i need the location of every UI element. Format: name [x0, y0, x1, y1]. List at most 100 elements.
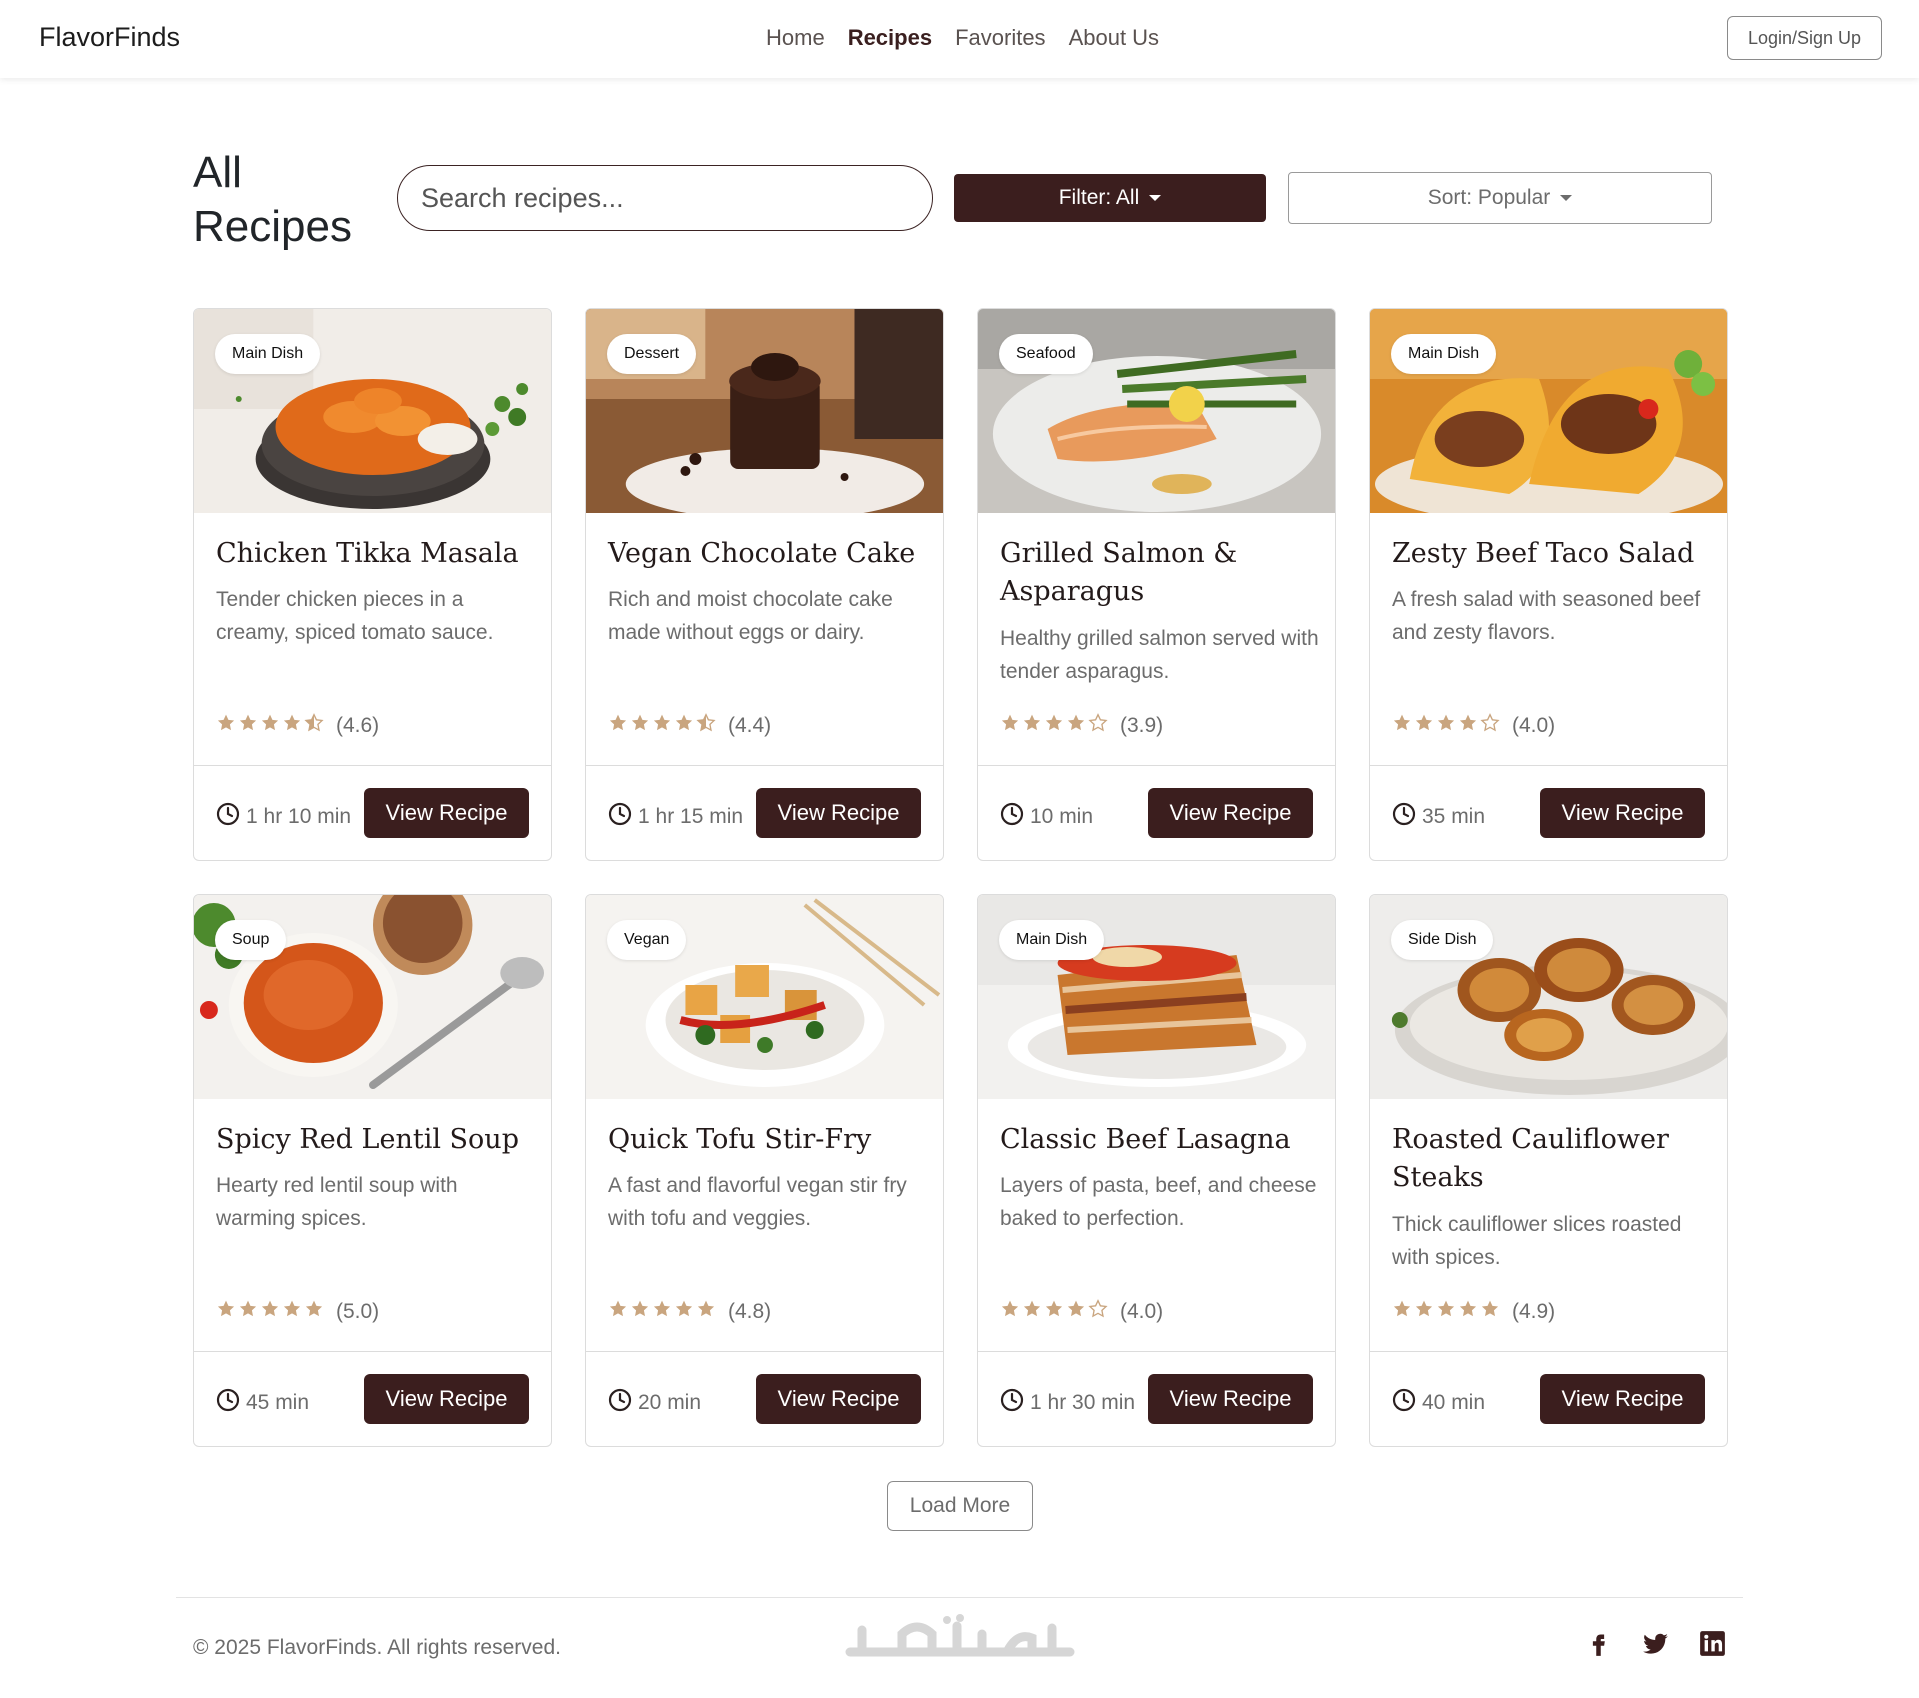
recipe-rating: (4.0) — [1000, 1299, 1163, 1325]
star-full-icon — [1436, 713, 1456, 739]
clock-icon — [1392, 802, 1416, 832]
star-full-icon — [260, 713, 280, 739]
card-footer: 35 min View Recipe — [1370, 765, 1727, 860]
category-badge: Dessert — [607, 334, 697, 374]
category-badge: Main Dish — [215, 334, 321, 374]
star-full-icon — [608, 713, 628, 739]
twitter-icon[interactable] — [1642, 1630, 1669, 1662]
login-signup-button[interactable]: Login/Sign Up — [1727, 16, 1882, 60]
recipe-title[interactable]: Classic Beef Lasagna — [1000, 1121, 1320, 1159]
recipe-description: A fast and flavorful vegan stir fry with… — [608, 1174, 907, 1230]
sort-dropdown[interactable]: Sort: Popular — [1288, 172, 1712, 224]
star-full-icon — [1022, 1299, 1042, 1325]
star-full-icon — [674, 713, 694, 739]
card-footer: 1 hr 15 min View Recipe — [586, 765, 943, 860]
clock-icon — [216, 1388, 240, 1418]
view-recipe-button[interactable]: View Recipe — [1148, 788, 1313, 838]
view-recipe-button[interactable]: View Recipe — [1540, 1374, 1705, 1424]
recipe-title[interactable]: Roasted Cauliflower Steaks — [1392, 1121, 1712, 1197]
watermark-logo — [845, 1614, 1075, 1657]
star-full-icon — [652, 713, 672, 739]
recipe-card: Seafood Grilled Salmon & Asparagus Healt… — [977, 308, 1336, 861]
linkedin-icon[interactable] — [1699, 1630, 1726, 1662]
star-full-icon — [1044, 713, 1064, 739]
star-full-icon — [630, 1299, 650, 1325]
recipe-card: Side Dish Roasted Cauliflower Steaks Thi… — [1369, 894, 1728, 1447]
rating-value: (4.0) — [1120, 1300, 1164, 1323]
clock-icon — [216, 802, 240, 832]
view-recipe-button[interactable]: View Recipe — [364, 1374, 529, 1424]
recipe-title[interactable]: Quick Tofu Stir-Fry — [608, 1121, 928, 1159]
star-half-icon — [696, 713, 716, 739]
view-recipe-button[interactable]: View Recipe — [364, 788, 529, 838]
cook-time: 10 min — [1000, 802, 1093, 832]
nav-item-home[interactable]: Home — [766, 25, 825, 51]
recipe-rating: (4.8) — [608, 1299, 771, 1325]
recipe-title[interactable]: Spicy Red Lentil Soup — [216, 1121, 536, 1159]
rating-value: (4.4) — [728, 714, 772, 737]
star-full-icon — [652, 1299, 672, 1325]
view-recipe-button[interactable]: View Recipe — [756, 1374, 921, 1424]
cook-time: 1 hr 30 min — [1000, 1388, 1135, 1418]
star-rating — [216, 1299, 324, 1325]
page-title: All Recipes — [193, 148, 352, 251]
recipe-description: Hearty red lentil soup with warming spic… — [216, 1174, 458, 1230]
social-links — [1585, 1630, 1726, 1662]
star-rating — [608, 1299, 716, 1325]
star-full-icon — [282, 1299, 302, 1325]
star-full-icon — [238, 1299, 258, 1325]
recipe-title[interactable]: Chicken Tikka Masala — [216, 535, 536, 573]
star-half-icon — [304, 713, 324, 739]
category-badge: Main Dish — [999, 920, 1105, 960]
clock-icon — [608, 1388, 632, 1418]
recipe-rating: (4.6) — [216, 713, 379, 739]
nav-item-recipes[interactable]: Recipes — [848, 25, 932, 51]
nav-item-about[interactable]: About Us — [1069, 25, 1160, 51]
star-full-icon — [696, 1299, 716, 1325]
card-footer: 1 hr 30 min View Recipe — [978, 1351, 1335, 1446]
load-more-button[interactable]: Load More — [887, 1481, 1033, 1531]
nav-item-favorites[interactable]: Favorites — [955, 25, 1045, 51]
star-full-icon — [216, 713, 236, 739]
rating-value: (4.0) — [1512, 714, 1556, 737]
star-full-icon — [282, 713, 302, 739]
search-input[interactable] — [397, 165, 933, 231]
recipe-title[interactable]: Grilled Salmon & Asparagus — [1000, 535, 1320, 611]
recipe-title[interactable]: Zesty Beef Taco Salad — [1392, 535, 1712, 573]
cook-time-value: 1 hr 10 min — [246, 805, 352, 828]
cook-time-value: 1 hr 15 min — [638, 805, 744, 828]
recipe-description: Rich and moist chocolate cake made witho… — [608, 588, 893, 644]
recipe-card: Soup Spicy Red Lentil Soup Hearty red le… — [193, 894, 552, 1447]
card-footer: 1 hr 10 min View Recipe — [194, 765, 551, 860]
star-full-icon — [1414, 713, 1434, 739]
cook-time: 45 min — [216, 1388, 309, 1418]
star-empty-icon — [1088, 713, 1108, 739]
star-rating — [216, 713, 324, 739]
cook-time-value: 35 min — [1422, 805, 1486, 828]
star-full-icon — [260, 1299, 280, 1325]
clock-icon — [608, 802, 632, 832]
cook-time-value: 45 min — [246, 1391, 310, 1414]
view-recipe-button[interactable]: View Recipe — [1148, 1374, 1313, 1424]
recipe-rating: (4.0) — [1392, 713, 1555, 739]
star-full-icon — [304, 1299, 324, 1325]
recipe-card: Dessert Vegan Chocolate Cake Rich and mo… — [585, 308, 944, 861]
brand-logo[interactable]: FlavorFinds — [39, 22, 180, 53]
view-recipe-button[interactable]: View Recipe — [756, 788, 921, 838]
recipe-title[interactable]: Vegan Chocolate Cake — [608, 535, 928, 573]
view-recipe-button[interactable]: View Recipe — [1540, 788, 1705, 838]
facebook-icon[interactable] — [1585, 1630, 1612, 1662]
filter-label: Filter: All — [1058, 186, 1140, 209]
cook-time: 1 hr 10 min — [216, 802, 351, 832]
category-badge: Vegan — [607, 920, 687, 960]
copyright-text: © 2025 FlavorFinds. All rights reserved. — [193, 1636, 561, 1659]
recipe-description: A fresh salad with seasoned beef and zes… — [1392, 588, 1701, 644]
recipe-description: Tender chicken pieces in a creamy, spice… — [216, 588, 494, 644]
category-badge: Main Dish — [1391, 334, 1497, 374]
star-full-icon — [216, 1299, 236, 1325]
navbar: FlavorFinds Home Recipes Favorites About… — [0, 0, 1919, 78]
star-full-icon — [1392, 1299, 1412, 1325]
filter-dropdown[interactable]: Filter: All — [954, 174, 1266, 222]
cook-time: 40 min — [1392, 1388, 1485, 1418]
star-rating — [1000, 713, 1108, 739]
